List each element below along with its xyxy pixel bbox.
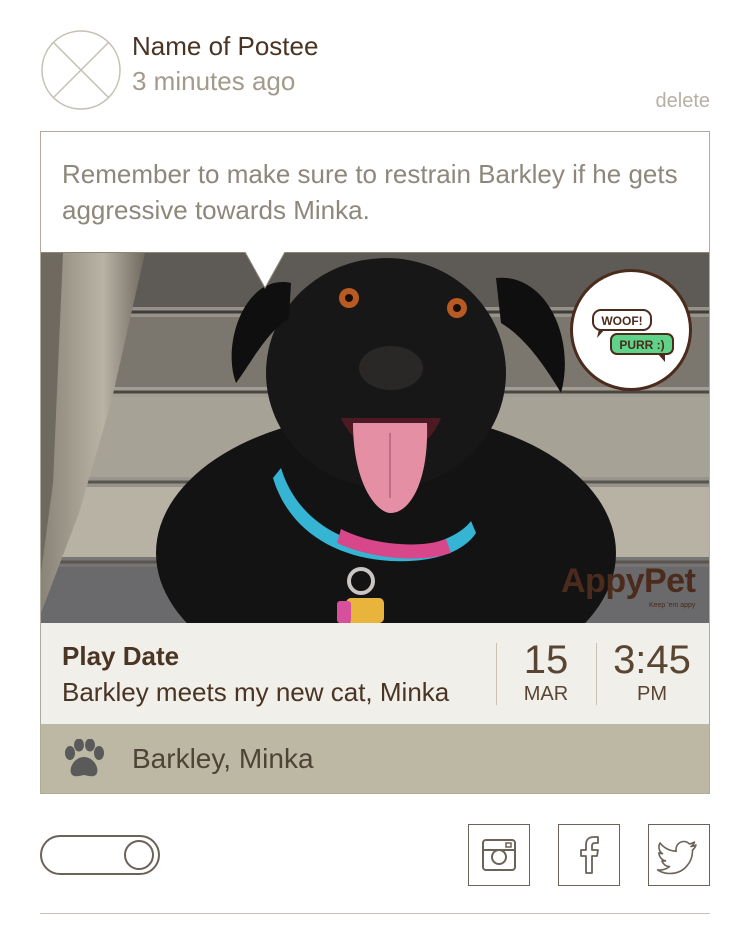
event-meridiem: PM: [637, 683, 667, 705]
badge-purr-text: PURR :): [619, 338, 664, 352]
avatar-placeholder[interactable]: [41, 30, 121, 110]
footer-divider: [40, 913, 710, 914]
logo-name: AppyPet: [561, 562, 696, 600]
avatar-placeholder-icon: [41, 30, 121, 110]
post-timestamp: 3 minutes ago: [132, 66, 296, 96]
event-details[interactable]: Play Date Barkley meets my new cat, Mink…: [41, 623, 709, 724]
speech-bubble-tail: [245, 252, 285, 289]
woof-purr-badge[interactable]: WOOF! PURR :): [570, 269, 692, 391]
event-day: 15: [523, 638, 569, 682]
paw-icon: [65, 739, 104, 777]
chat-bubbles-icon: WOOF! PURR :): [592, 309, 674, 362]
event-time-value: 3:45: [613, 638, 691, 682]
event-description: Barkley meets my new cat, Minka: [62, 677, 450, 707]
badge-woof-text: WOOF!: [601, 314, 642, 328]
facebook-icon: [580, 836, 599, 874]
pets-bar[interactable]: Barkley, Minka: [41, 724, 709, 793]
instagram-share-button[interactable]: [468, 824, 530, 886]
post-note: Remember to make sure to restrain Barkle…: [41, 132, 709, 253]
facebook-share-button[interactable]: [558, 824, 620, 886]
event-date: 15 MAR: [497, 637, 595, 705]
twitter-share-button[interactable]: [648, 824, 710, 886]
logo-tagline: Keep 'em appy: [648, 602, 696, 609]
pet-names: Barkley, Minka: [132, 743, 314, 774]
visibility-toggle[interactable]: [40, 835, 160, 875]
event-month: MAR: [523, 683, 569, 705]
poster-name[interactable]: Name of Postee: [132, 31, 318, 62]
event-time: 3:45 PM: [597, 637, 707, 705]
instagram-icon: [482, 839, 516, 871]
twitter-icon: [656, 840, 697, 875]
toggle-knob[interactable]: [124, 840, 154, 870]
event-title: Play Date: [62, 641, 180, 671]
post-card: Remember to make sure to restrain Barkle…: [40, 131, 710, 794]
delete-link[interactable]: delete: [656, 90, 711, 113]
appypet-logo: AppyPet Keep 'em appy: [561, 562, 696, 609]
note-text: Remember to make sure to restrain Barkle…: [62, 159, 678, 225]
